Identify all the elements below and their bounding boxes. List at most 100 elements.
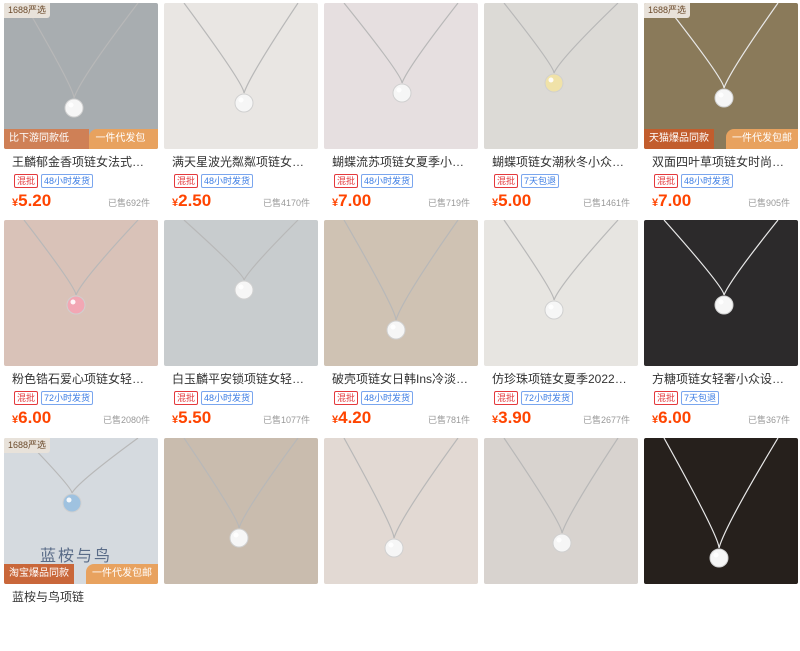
necklace-illustration: [663, 220, 779, 315]
service-tags: 混批 7天包退: [644, 391, 798, 405]
necklace-illustration: [183, 3, 299, 113]
product-card[interactable]: [164, 438, 318, 651]
necklace-illustration: [343, 220, 459, 340]
product-image[interactable]: [164, 3, 318, 149]
shipping-tag: 48小时发货: [201, 174, 254, 188]
necklace-illustration: [23, 3, 139, 118]
promo-label: 天猫爆品同款: [644, 129, 714, 149]
product-card[interactable]: 方糖项链女轻奢小众设计感镶... 混批7天包退 ¥6.00 已售367件: [644, 220, 798, 433]
price: ¥3.90: [492, 408, 531, 428]
service-tags: 混批 72小时发货: [4, 391, 158, 405]
mixed-batch-tag: 混批: [494, 391, 519, 405]
sold-count: 已售692件: [107, 198, 150, 208]
product-title[interactable]: 粉色锆石爱心项链女轻奢设计...: [4, 371, 158, 387]
necklace-illustration: [503, 438, 619, 553]
product-card[interactable]: 粉色锆石爱心项链女轻奢设计... 混批72小时发货 ¥6.00 已售2080件: [4, 220, 158, 433]
price: ¥5.50: [172, 408, 211, 428]
product-title[interactable]: 满天星波光粼粼项链女意大利...: [164, 154, 318, 170]
price-row: ¥6.00 已售367件: [644, 408, 798, 428]
shipping-tag: 72小时发货: [41, 391, 94, 405]
mixed-batch-tag: 混批: [334, 391, 359, 405]
product-title[interactable]: 仿珍珠项链女夏季2022年新款...: [484, 371, 638, 387]
product-card[interactable]: 满天星波光粼粼项链女意大利... 混批48小时发货 ¥2.50 已售4170件: [164, 3, 318, 216]
product-card[interactable]: 1688严选天猫爆品同款一件代发包邮双面四叶草项链女时尚轻奢一... 混批48小时…: [644, 3, 798, 216]
product-card[interactable]: [324, 438, 478, 651]
product-image[interactable]: 1688严选比下游同款低69%一件代发包邮: [4, 3, 158, 149]
service-tags: 混批 48小时发货: [164, 391, 318, 405]
product-image[interactable]: [164, 220, 318, 366]
product-grid: 1688严选比下游同款低69%一件代发包邮王麟郁金香项链女法式轻奢小...混批4…: [0, 0, 800, 651]
product-card[interactable]: 白玉麟平安锁项链女轻奢小众... 混批48小时发货 ¥5.50 已售1077件: [164, 220, 318, 433]
price: ¥7.00: [332, 191, 371, 211]
mixed-batch-tag: 混批: [654, 174, 679, 188]
shipping-tag: 48小时发货: [201, 391, 254, 405]
product-title[interactable]: 蝴蝶项链女潮秋冬小众设计感...: [484, 154, 638, 170]
product-title[interactable]: 蓝桉与鸟项链: [4, 589, 158, 605]
product-title[interactable]: 王麟郁金香项链女法式轻奢小...: [4, 154, 158, 170]
product-card[interactable]: 蝴蝶项链女潮秋冬小众设计感... 混批7天包退 ¥5.00 已售1461件: [484, 3, 638, 216]
product-card[interactable]: 蝴蝶流苏项链女夏季小众简约... 混批48小时发货 ¥7.00 已售719件: [324, 3, 478, 216]
product-title[interactable]: 蝴蝶流苏项链女夏季小众简约...: [324, 154, 478, 170]
source-badge: 1688严选: [4, 438, 51, 453]
promo-banner: 淘宝爆品同款 一件代发包邮: [4, 564, 158, 584]
product-image[interactable]: [644, 438, 798, 584]
product-image[interactable]: [484, 220, 638, 366]
service-tags: 混批 7天包退: [484, 174, 638, 188]
necklace-illustration: [23, 220, 139, 315]
product-title[interactable]: 双面四叶草项链女时尚轻奢一...: [644, 154, 798, 170]
price: ¥2.50: [172, 191, 211, 211]
product-image[interactable]: [324, 438, 478, 584]
price-row: ¥5.50 已售1077件: [164, 408, 318, 428]
dropship-label: 一件代发包邮: [726, 129, 798, 149]
product-image[interactable]: [4, 220, 158, 366]
product-image[interactable]: [484, 3, 638, 149]
product-title[interactable]: 破壳项链女日韩Ins冷淡风仿珍...: [324, 371, 478, 387]
product-image[interactable]: [644, 220, 798, 366]
sold-count: 已售1077件: [262, 415, 310, 425]
dropship-label: 一件代发包邮: [86, 564, 158, 584]
price-row: ¥7.00 已售719件: [324, 191, 478, 211]
product-image[interactable]: [164, 438, 318, 584]
price-row: ¥6.00 已售2080件: [4, 408, 158, 428]
sold-count: 已售905件: [747, 198, 790, 208]
price-value: 2.50: [178, 191, 212, 210]
product-card[interactable]: 破壳项链女日韩Ins冷淡风仿珍... 混批48小时发货 ¥4.20 已售781件: [324, 220, 478, 433]
price-value: 3.90: [498, 408, 532, 427]
price: ¥5.20: [12, 191, 51, 211]
product-image[interactable]: [484, 438, 638, 584]
product-title[interactable]: 方糖项链女轻奢小众设计感镶...: [644, 371, 798, 387]
sold-count: 已售781件: [427, 415, 470, 425]
source-badge: 1688严选: [644, 3, 691, 18]
promo-banner: 比下游同款低69%一件代发包邮: [4, 129, 158, 149]
source-badge: 1688严选: [4, 3, 51, 18]
product-image[interactable]: [324, 220, 478, 366]
price-value: 6.00: [18, 408, 52, 427]
product-title[interactable]: 白玉麟平安锁项链女轻奢小众...: [164, 371, 318, 387]
dropship-label: 一件代发包邮: [89, 129, 158, 149]
product-card[interactable]: [484, 438, 638, 651]
mixed-batch-tag: 混批: [654, 391, 679, 405]
service-tags: 混批 48小时发货: [324, 391, 478, 405]
product-image[interactable]: 蓝桉与鸟 1688严选 淘宝爆品同款 一件代发包邮: [4, 438, 158, 584]
mixed-batch-tag: 混批: [14, 174, 39, 188]
shipping-tag: 48小时发货: [681, 174, 734, 188]
service-tags: 混批 48小时发货: [4, 174, 158, 188]
shipping-tag: 48小时发货: [41, 174, 94, 188]
service-tags: 混批 48小时发货: [324, 174, 478, 188]
price-row: ¥2.50 已售4170件: [164, 191, 318, 211]
price-row: ¥3.90 已售2677件: [484, 408, 638, 428]
shipping-tag: 72小时发货: [521, 391, 574, 405]
necklace-illustration: [503, 220, 619, 320]
necklace-illustration: [183, 220, 299, 300]
shipping-tag: 48小时发货: [361, 391, 414, 405]
product-card[interactable]: 仿珍珠项链女夏季2022年新款... 混批72小时发货 ¥3.90 已售2677件: [484, 220, 638, 433]
mixed-batch-tag: 混批: [174, 174, 199, 188]
product-image[interactable]: 1688严选天猫爆品同款 一件代发包邮: [644, 3, 798, 149]
product-card[interactable]: 1688严选比下游同款低69%一件代发包邮王麟郁金香项链女法式轻奢小... 混批4…: [4, 3, 158, 216]
mixed-batch-tag: 混批: [174, 391, 199, 405]
product-card[interactable]: 蓝桉与鸟 1688严选 淘宝爆品同款 一件代发包邮 蓝桉与鸟项链: [4, 438, 158, 651]
product-card[interactable]: [644, 438, 798, 651]
mixed-batch-tag: 混批: [14, 391, 39, 405]
product-image[interactable]: [324, 3, 478, 149]
price-value: 4.20: [338, 408, 372, 427]
